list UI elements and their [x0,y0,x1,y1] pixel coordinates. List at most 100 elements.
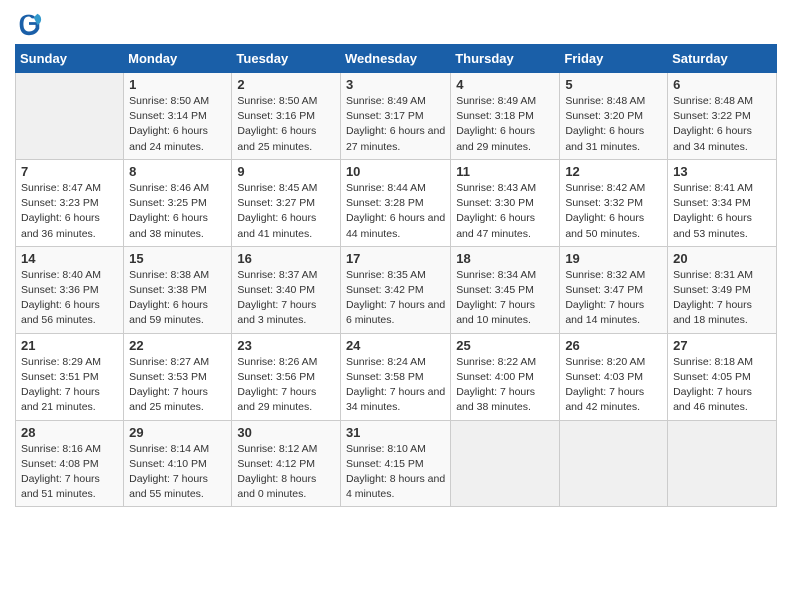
weekday-header-monday: Monday [124,45,232,73]
day-number: 22 [129,338,226,353]
day-detail: Sunrise: 8:40 AM Sunset: 3:36 PM Dayligh… [21,268,118,329]
day-number: 10 [346,164,445,179]
week-row-2: 14Sunrise: 8:40 AM Sunset: 3:36 PM Dayli… [16,246,777,333]
calendar-cell: 1 Sunrise: 8:50 AM Sunset: 3:14 PM Daylig… [124,73,232,160]
day-number: 23 [237,338,335,353]
calendar-cell [451,420,560,507]
calendar-cell: 31Sunrise: 8:10 AM Sunset: 4:15 PM Dayli… [340,420,450,507]
calendar-cell: 7 Sunrise: 8:47 AM Sunset: 3:23 PM Daylig… [16,159,124,246]
day-detail: Sunrise: 8:29 AM Sunset: 3:51 PM Dayligh… [21,355,118,416]
day-detail: Sunrise: 8:46 AM Sunset: 3:25 PM Dayligh… [129,181,226,242]
calendar-cell: 24 Sunrise: 8:24 AM Sunset: 3:58 PM Dayli… [340,333,450,420]
day-number: 27 [673,338,771,353]
day-detail: Sunrise: 8:41 AM Sunset: 3:34 PM Dayligh… [673,181,771,242]
day-detail: Sunrise: 8:12 AM Sunset: 4:12 PM Dayligh… [237,442,335,503]
day-detail: Sunrise: 8:31 AM Sunset: 3:49 PM Dayligh… [673,268,771,329]
day-number: 17 [346,251,445,266]
day-detail: Sunrise: 8:44 AM Sunset: 3:28 PM Dayligh… [346,181,445,242]
day-detail: Sunrise: 8:18 AM Sunset: 4:05 PM Dayligh… [673,355,771,416]
calendar-cell: 15 Sunrise: 8:38 AM Sunset: 3:38 PM Dayli… [124,246,232,333]
day-detail: Sunrise: 8:45 AM Sunset: 3:27 PM Dayligh… [237,181,335,242]
day-number: 6 [673,77,771,92]
day-detail: Sunrise: 8:37 AM Sunset: 3:40 PM Dayligh… [237,268,335,329]
day-detail: Sunrise: 8:49 AM Sunset: 3:17 PM Dayligh… [346,94,445,155]
day-number: 12 [565,164,662,179]
weekday-header-sunday: Sunday [16,45,124,73]
calendar-cell: 28 Sunrise: 8:16 AM Sunset: 4:08 PM Dayli… [16,420,124,507]
page-container: SundayMondayTuesdayWednesdayThursdayFrid… [0,0,792,517]
calendar-cell: 11Sunrise: 8:43 AM Sunset: 3:30 PM Dayli… [451,159,560,246]
calendar-cell: 9 Sunrise: 8:45 AM Sunset: 3:27 PM Daylig… [232,159,341,246]
day-number: 8 [129,164,226,179]
day-number: 15 [129,251,226,266]
day-detail: Sunrise: 8:50 AM Sunset: 3:14 PM Dayligh… [129,94,226,155]
day-detail: Sunrise: 8:42 AM Sunset: 3:32 PM Dayligh… [565,181,662,242]
calendar-cell: 8 Sunrise: 8:46 AM Sunset: 3:25 PM Daylig… [124,159,232,246]
day-detail: Sunrise: 8:10 AM Sunset: 4:15 PM Dayligh… [346,442,445,503]
day-number: 21 [21,338,118,353]
day-detail: Sunrise: 8:27 AM Sunset: 3:53 PM Dayligh… [129,355,226,416]
calendar-cell: 10 Sunrise: 8:44 AM Sunset: 3:28 PM Dayli… [340,159,450,246]
calendar-cell: 18Sunrise: 8:34 AM Sunset: 3:45 PM Dayli… [451,246,560,333]
calendar-cell: 12 Sunrise: 8:42 AM Sunset: 3:32 PM Dayli… [560,159,668,246]
day-detail: Sunrise: 8:16 AM Sunset: 4:08 PM Dayligh… [21,442,118,503]
day-number: 26 [565,338,662,353]
calendar-cell: 6 Sunrise: 8:48 AM Sunset: 3:22 PM Daylig… [668,73,777,160]
day-detail: Sunrise: 8:38 AM Sunset: 3:38 PM Dayligh… [129,268,226,329]
day-number: 16 [237,251,335,266]
calendar-cell: 27 Sunrise: 8:18 AM Sunset: 4:05 PM Dayli… [668,333,777,420]
calendar-cell: 29Sunrise: 8:14 AM Sunset: 4:10 PM Dayli… [124,420,232,507]
day-number: 11 [456,164,554,179]
calendar-cell [560,420,668,507]
week-row-4: 28 Sunrise: 8:16 AM Sunset: 4:08 PM Dayli… [16,420,777,507]
day-number: 2 [237,77,335,92]
calendar-cell: 17 Sunrise: 8:35 AM Sunset: 3:42 PM Dayli… [340,246,450,333]
day-number: 1 [129,77,226,92]
day-number: 28 [21,425,118,440]
day-number: 13 [673,164,771,179]
weekday-header-tuesday: Tuesday [232,45,341,73]
day-detail: Sunrise: 8:47 AM Sunset: 3:23 PM Dayligh… [21,181,118,242]
calendar-cell: 30Sunrise: 8:12 AM Sunset: 4:12 PM Dayli… [232,420,341,507]
week-row-0: 1 Sunrise: 8:50 AM Sunset: 3:14 PM Daylig… [16,73,777,160]
weekday-header-row: SundayMondayTuesdayWednesdayThursdayFrid… [16,45,777,73]
day-number: 25 [456,338,554,353]
calendar-cell: 4Sunrise: 8:49 AM Sunset: 3:18 PM Daylig… [451,73,560,160]
calendar-cell: 14Sunrise: 8:40 AM Sunset: 3:36 PM Dayli… [16,246,124,333]
weekday-header-saturday: Saturday [668,45,777,73]
header [15,10,777,38]
weekday-header-wednesday: Wednesday [340,45,450,73]
day-detail: Sunrise: 8:48 AM Sunset: 3:22 PM Dayligh… [673,94,771,155]
day-detail: Sunrise: 8:34 AM Sunset: 3:45 PM Dayligh… [456,268,554,329]
day-detail: Sunrise: 8:22 AM Sunset: 4:00 PM Dayligh… [456,355,554,416]
calendar-cell: 2 Sunrise: 8:50 AM Sunset: 3:16 PM Daylig… [232,73,341,160]
day-number: 4 [456,77,554,92]
calendar-cell: 16 Sunrise: 8:37 AM Sunset: 3:40 PM Dayli… [232,246,341,333]
day-detail: Sunrise: 8:26 AM Sunset: 3:56 PM Dayligh… [237,355,335,416]
day-detail: Sunrise: 8:50 AM Sunset: 3:16 PM Dayligh… [237,94,335,155]
calendar-cell: 25 Sunrise: 8:22 AM Sunset: 4:00 PM Dayli… [451,333,560,420]
calendar-cell: 13 Sunrise: 8:41 AM Sunset: 3:34 PM Dayli… [668,159,777,246]
week-row-1: 7 Sunrise: 8:47 AM Sunset: 3:23 PM Daylig… [16,159,777,246]
day-number: 3 [346,77,445,92]
day-detail: Sunrise: 8:35 AM Sunset: 3:42 PM Dayligh… [346,268,445,329]
calendar-cell: 26 Sunrise: 8:20 AM Sunset: 4:03 PM Dayli… [560,333,668,420]
day-number: 9 [237,164,335,179]
logo-icon [15,10,43,38]
weekday-header-friday: Friday [560,45,668,73]
calendar-cell: 20Sunrise: 8:31 AM Sunset: 3:49 PM Dayli… [668,246,777,333]
calendar-cell: 19Sunrise: 8:32 AM Sunset: 3:47 PM Dayli… [560,246,668,333]
weekday-header-thursday: Thursday [451,45,560,73]
calendar-cell [16,73,124,160]
week-row-3: 21 Sunrise: 8:29 AM Sunset: 3:51 PM Dayli… [16,333,777,420]
day-number: 24 [346,338,445,353]
day-detail: Sunrise: 8:24 AM Sunset: 3:58 PM Dayligh… [346,355,445,416]
logo [15,10,47,38]
day-detail: Sunrise: 8:20 AM Sunset: 4:03 PM Dayligh… [565,355,662,416]
day-number: 19 [565,251,662,266]
calendar-cell: 3 Sunrise: 8:49 AM Sunset: 3:17 PM Daylig… [340,73,450,160]
day-number: 5 [565,77,662,92]
calendar-cell: 5Sunrise: 8:48 AM Sunset: 3:20 PM Daylig… [560,73,668,160]
calendar-cell [668,420,777,507]
day-number: 7 [21,164,118,179]
